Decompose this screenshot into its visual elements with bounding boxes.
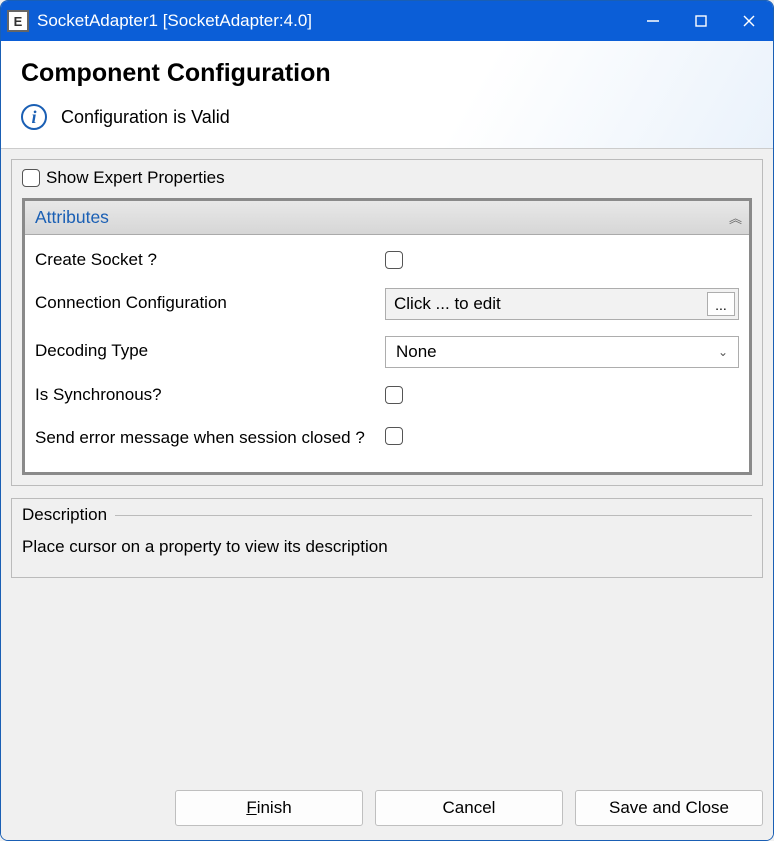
- description-title: Description: [22, 505, 752, 525]
- expert-properties-row: Show Expert Properties: [22, 168, 752, 188]
- prop-label: Connection Configuration: [35, 292, 385, 315]
- cancel-button[interactable]: Cancel: [375, 790, 563, 826]
- expert-properties-label: Show Expert Properties: [46, 168, 225, 188]
- create-socket-checkbox[interactable]: [385, 251, 403, 269]
- finish-button[interactable]: Finish: [175, 790, 363, 826]
- attributes-title: Attributes: [35, 207, 109, 228]
- content-area: Show Expert Properties Attributes ︽ Crea…: [1, 149, 773, 776]
- is-synchronous-checkbox[interactable]: [385, 386, 403, 404]
- send-error-checkbox[interactable]: [385, 427, 403, 445]
- expert-properties-checkbox[interactable]: [22, 169, 40, 187]
- titlebar[interactable]: E SocketAdapter1 [SocketAdapter:4.0]: [1, 1, 773, 41]
- attributes-header[interactable]: Attributes ︽: [25, 201, 749, 235]
- window-title: SocketAdapter1 [SocketAdapter:4.0]: [37, 11, 629, 31]
- chevron-down-icon: ⌄: [718, 345, 728, 359]
- prop-label: Is Synchronous?: [35, 384, 385, 407]
- prop-label: Send error message when session closed ?: [35, 427, 385, 450]
- prop-row-create-socket: Create Socket ?: [35, 241, 739, 280]
- minimize-button[interactable]: [629, 1, 677, 41]
- maximize-button[interactable]: [677, 1, 725, 41]
- status-row: i Configuration is Valid: [21, 104, 753, 130]
- prop-row-connection-config: Connection Configuration Click ... to ed…: [35, 280, 739, 328]
- dialog-window: E SocketAdapter1 [SocketAdapter:4.0] Com…: [0, 0, 774, 841]
- prop-row-decoding-type: Decoding Type None ⌄: [35, 328, 739, 376]
- attributes-panel: Attributes ︽ Create Socket ? Connection …: [22, 198, 752, 475]
- properties-container: Show Expert Properties Attributes ︽ Crea…: [11, 159, 763, 486]
- decoding-type-select[interactable]: None ⌄: [385, 336, 739, 368]
- save-and-close-button[interactable]: Save and Close: [575, 790, 763, 826]
- prop-label: Decoding Type: [35, 340, 385, 363]
- decoding-type-value: None: [396, 342, 437, 362]
- close-button[interactable]: [725, 1, 773, 41]
- status-text: Configuration is Valid: [61, 107, 230, 128]
- app-icon: E: [7, 10, 29, 32]
- connection-config-edit-button[interactable]: ...: [707, 292, 735, 316]
- prop-row-is-synchronous: Is Synchronous?: [35, 376, 739, 415]
- page-title: Component Configuration: [21, 59, 753, 88]
- collapse-icon: ︽: [729, 208, 739, 227]
- prop-row-send-error: Send error message when session closed ?: [35, 415, 739, 458]
- button-bar: Finish Cancel Save and Close: [1, 776, 773, 840]
- info-icon: i: [21, 104, 47, 130]
- connection-config-field[interactable]: Click ... to edit ...: [385, 288, 739, 320]
- header-panel: Component Configuration i Configuration …: [1, 41, 773, 149]
- attributes-body: Create Socket ? Connection Configuration…: [25, 235, 749, 472]
- prop-label: Create Socket ?: [35, 249, 385, 272]
- connection-config-value: Click ... to edit: [386, 289, 704, 319]
- description-panel: Description Place cursor on a property t…: [11, 498, 763, 578]
- description-body: Place cursor on a property to view its d…: [22, 525, 752, 557]
